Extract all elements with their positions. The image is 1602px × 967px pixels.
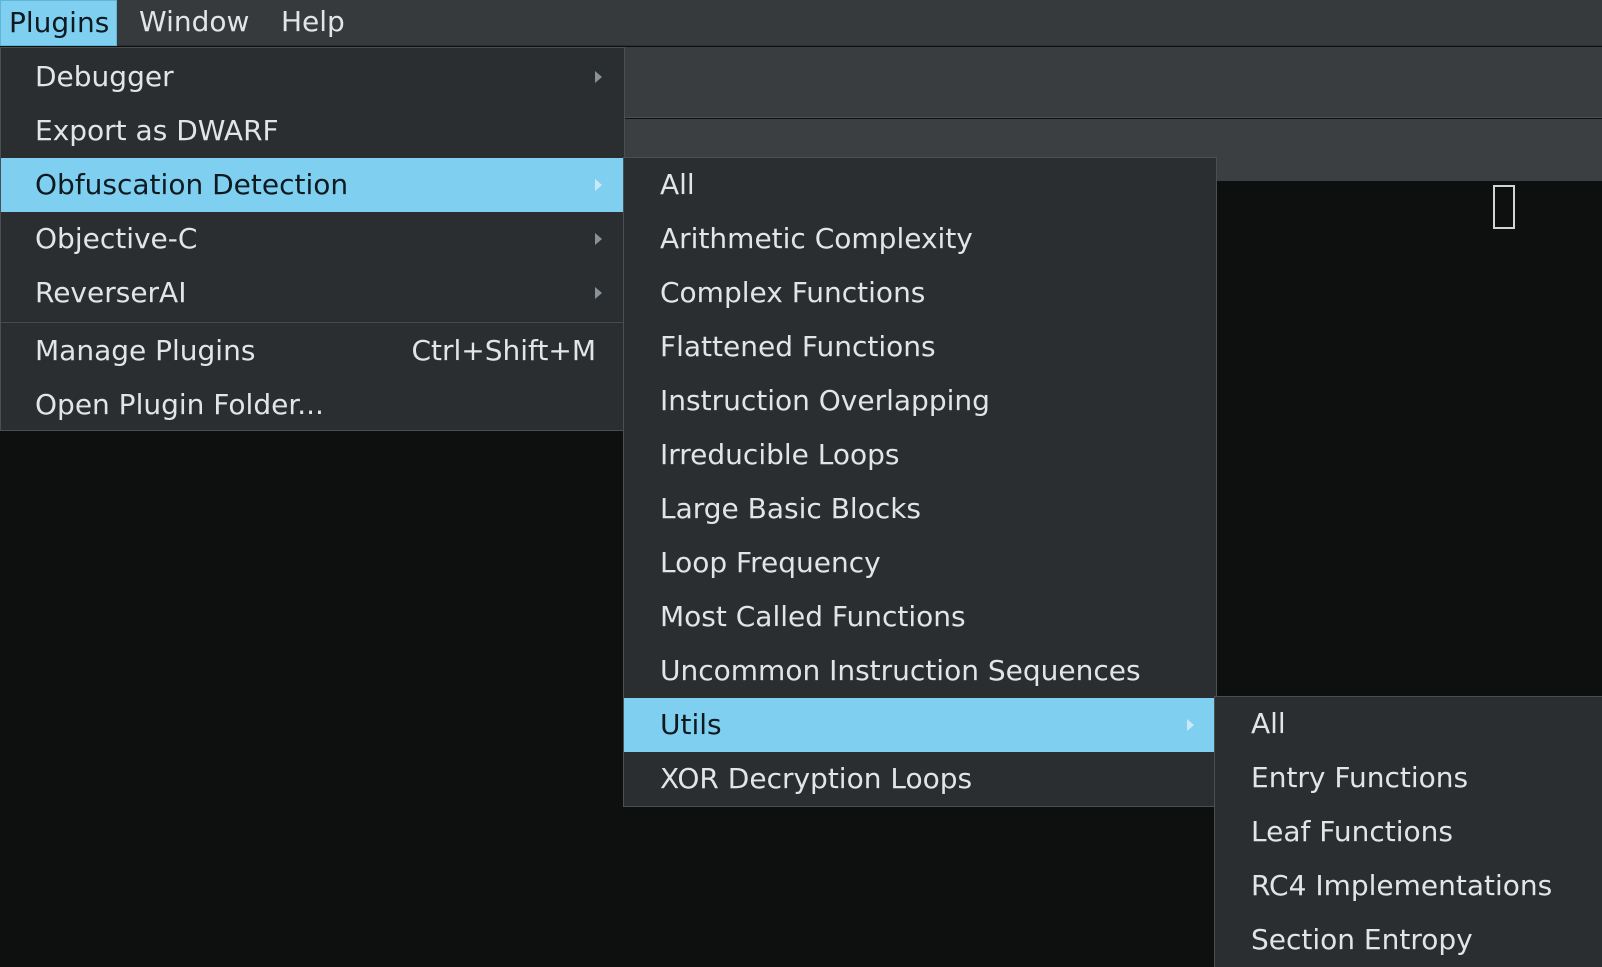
menu-item-label: Uncommon Instruction Sequences [660, 654, 1141, 687]
menubar-window[interactable]: Window [131, 0, 257, 46]
menu-item-leaf-functions[interactable]: Leaf Functions [1215, 805, 1602, 859]
menu-item-label: Open Plugin Folder... [35, 388, 324, 421]
menu-item-label: Export as DWARF [35, 114, 279, 147]
menu-item-label: All [660, 168, 695, 201]
menu-item-irreducible-loops[interactable]: Irreducible Loops [624, 428, 1216, 482]
menu-item-label: Irreducible Loops [660, 438, 900, 471]
menu-item-loop-frequency[interactable]: Loop Frequency [624, 536, 1216, 590]
submenu-arrow-icon [595, 179, 602, 191]
menu-item-entry-functions[interactable]: Entry Functions [1215, 751, 1602, 805]
submenu-arrow-icon [595, 233, 602, 245]
menu-item-label: Manage Plugins [35, 334, 256, 367]
menu-item-label: Utils [660, 708, 722, 741]
menu-item-label: Obfuscation Detection [35, 168, 349, 201]
menu-item-label: Complex Functions [660, 276, 926, 309]
menu-item-rc4-implementations[interactable]: RC4 Implementations [1215, 859, 1602, 913]
menu-item-label: XOR Decryption Loops [660, 762, 973, 795]
text-cursor [1493, 185, 1515, 229]
menu-separator [1, 322, 624, 323]
plugins-menu: Debugger Export as DWARF Obfuscation Det… [0, 47, 625, 431]
menu-item-arithmetic-complexity[interactable]: Arithmetic Complexity [624, 212, 1216, 266]
menu-item-most-called-functions[interactable]: Most Called Functions [624, 590, 1216, 644]
menu-item-large-basic-blocks[interactable]: Large Basic Blocks [624, 482, 1216, 536]
menu-item-label: Most Called Functions [660, 600, 966, 633]
utils-submenu: All Entry Functions Leaf Functions RC4 I… [1214, 696, 1602, 967]
menu-bar: Plugins Window Help [0, 0, 1602, 46]
menu-item-obfuscation-detection[interactable]: Obfuscation Detection [1, 158, 624, 212]
menu-item-label: Objective-C [35, 222, 198, 255]
submenu-arrow-icon [595, 71, 602, 83]
menu-item-manage-plugins[interactable]: Manage Plugins Ctrl+Shift+M [1, 324, 624, 378]
menubar-help[interactable]: Help [273, 0, 353, 46]
menu-item-label: Large Basic Blocks [660, 492, 922, 525]
menu-item-label: Debugger [35, 60, 174, 93]
menu-item-instruction-overlapping[interactable]: Instruction Overlapping [624, 374, 1216, 428]
menu-item-objective-c[interactable]: Objective-C [1, 212, 624, 266]
menu-item-label: RC4 Implementations [1251, 869, 1553, 902]
menu-item-label: Section Entropy [1251, 923, 1473, 956]
menu-item-label: Entry Functions [1251, 761, 1469, 794]
menu-item-reverserai[interactable]: ReverserAI [1, 266, 624, 320]
menu-item-open-plugin-folder[interactable]: Open Plugin Folder... [1, 378, 624, 432]
menu-item-utils[interactable]: Utils [624, 698, 1216, 752]
menu-item-label: Loop Frequency [660, 546, 881, 579]
menu-item-label: Instruction Overlapping [660, 384, 990, 417]
menu-item-export-dwarf[interactable]: Export as DWARF [1, 104, 624, 158]
menu-item-uncommon-instruction-sequences[interactable]: Uncommon Instruction Sequences [624, 644, 1216, 698]
submenu-arrow-icon [1187, 719, 1194, 731]
menubar-plugins[interactable]: Plugins [0, 0, 117, 46]
menu-item-debugger[interactable]: Debugger [1, 50, 624, 104]
menu-item-label: Leaf Functions [1251, 815, 1453, 848]
menu-item-section-entropy[interactable]: Section Entropy [1215, 913, 1602, 967]
menu-item-flattened-functions[interactable]: Flattened Functions [624, 320, 1216, 374]
submenu-arrow-icon [595, 287, 602, 299]
obfuscation-detection-submenu: All Arithmetic Complexity Complex Functi… [623, 157, 1217, 807]
menu-item-utils-all[interactable]: All [1215, 697, 1602, 751]
menu-item-xor-decryption-loops[interactable]: XOR Decryption Loops [624, 752, 1216, 806]
menu-item-label: ReverserAI [35, 276, 187, 309]
menu-item-shortcut: Ctrl+Shift+M [411, 334, 596, 367]
menu-item-complex-functions[interactable]: Complex Functions [624, 266, 1216, 320]
menu-item-all[interactable]: All [624, 158, 1216, 212]
menu-item-label: All [1251, 707, 1286, 740]
menu-item-label: Arithmetic Complexity [660, 222, 973, 255]
menu-item-label: Flattened Functions [660, 330, 936, 363]
